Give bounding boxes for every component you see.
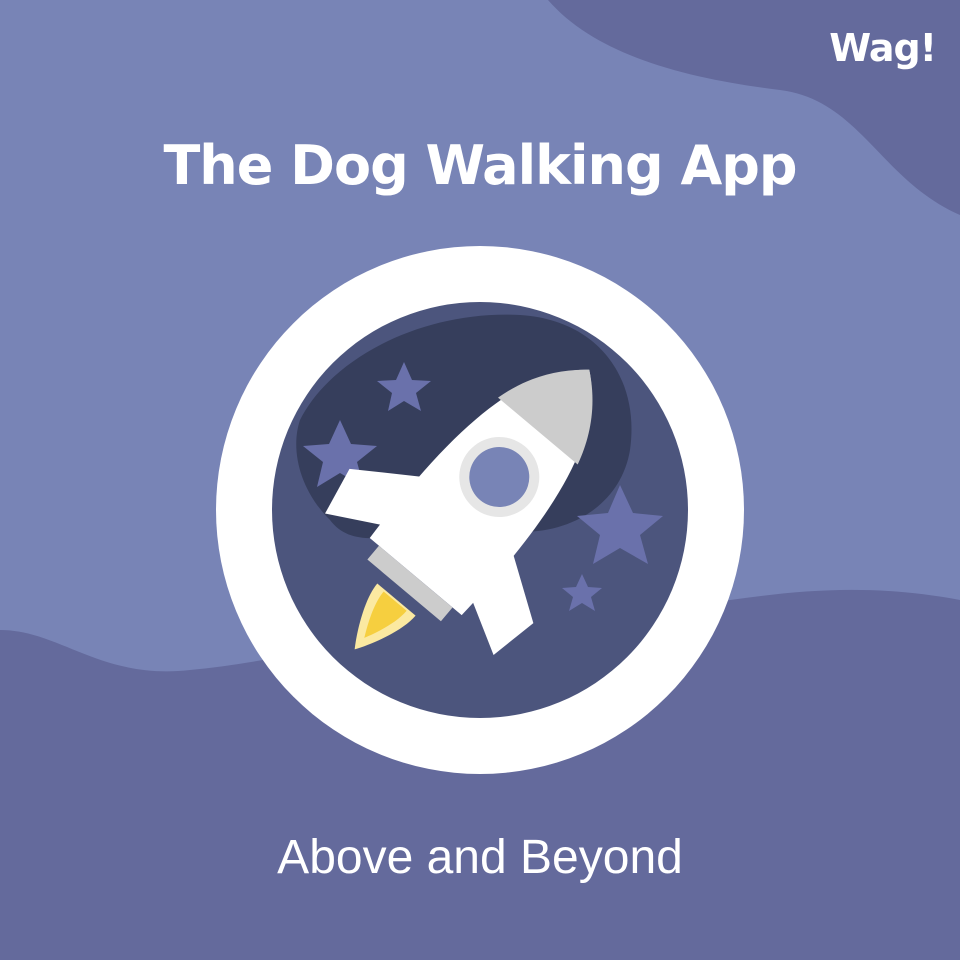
tagline: Above and Beyond [277,831,683,884]
brand-logo: Wag! [829,26,937,70]
page-title: The Dog Walking App [163,134,797,197]
promo-card: Wag! The Dog Walking App Above and Beyon… [0,0,960,960]
rocket-badge [216,246,744,774]
